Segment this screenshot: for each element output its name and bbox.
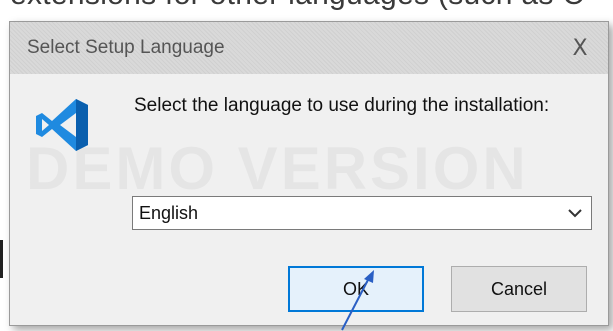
close-button[interactable]: X: [552, 22, 608, 74]
setup-language-dialog: Select Setup Language X DEMO VERSION Sel…: [9, 21, 609, 326]
ok-button[interactable]: OK: [288, 266, 424, 312]
cancel-button[interactable]: Cancel: [451, 266, 587, 312]
language-select[interactable]: English: [132, 196, 592, 230]
background-document-text: extensions for other languages (such as …: [10, 0, 584, 12]
demo-watermark: DEMO VERSION: [26, 134, 529, 203]
cancel-button-label: Cancel: [490, 278, 548, 299]
screen: extensions for other languages (such as …: [0, 0, 613, 331]
chevron-down-icon: [568, 209, 582, 218]
ok-button-label: OK: [342, 278, 369, 299]
background-edge-bar: [0, 240, 3, 278]
vscode-logo-icon: [36, 99, 88, 151]
language-prompt: Select the language to use during the in…: [134, 95, 550, 116]
dialog-title: Select Setup Language: [27, 37, 225, 58]
close-icon: X: [572, 35, 588, 61]
dialog-titlebar[interactable]: Select Setup Language X: [10, 22, 608, 74]
language-select-value: English: [139, 203, 199, 223]
